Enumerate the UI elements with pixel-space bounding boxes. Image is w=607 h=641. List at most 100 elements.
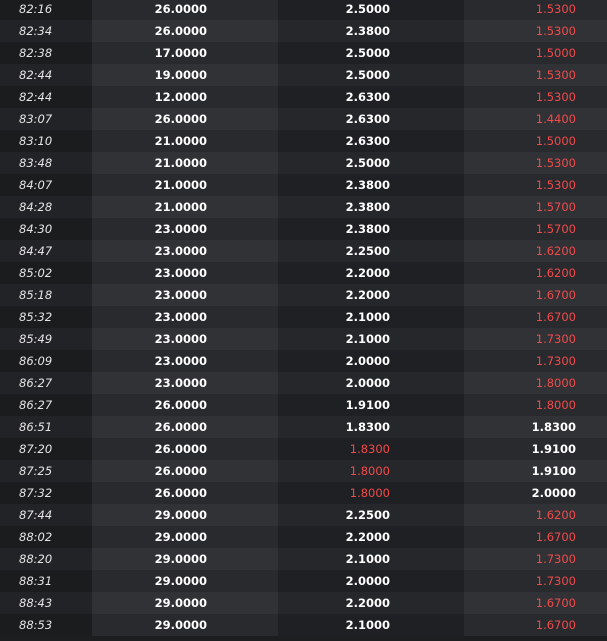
value-c-cell: 1.6700	[464, 526, 607, 548]
value-a-cell: 23.0000	[92, 240, 278, 262]
value-c-cell: 1.6200	[464, 240, 607, 262]
value-b-cell: 2.0000	[278, 350, 464, 372]
time-cell: 85:18	[0, 284, 92, 306]
table-row: 86:09 23.0000 2.0000 1.7300	[0, 350, 607, 372]
value-c-cell: 1.5000	[464, 130, 607, 152]
value-a-cell: 26.0000	[92, 20, 278, 42]
value-a-cell: 23.0000	[92, 328, 278, 350]
time-cell: 87:25	[0, 460, 92, 482]
value-c-cell: 1.5300	[464, 20, 607, 42]
table-row: 85:02 23.0000 2.2000 1.6200	[0, 262, 607, 284]
value-a-cell: 29.0000	[92, 504, 278, 526]
value-b-cell: 2.6300	[278, 86, 464, 108]
time-cell: 88:31	[0, 570, 92, 592]
value-a-cell: 29.0000	[92, 614, 278, 636]
time-cell: 85:49	[0, 328, 92, 350]
value-a-cell: 26.0000	[92, 108, 278, 130]
value-a-cell: 29.0000	[92, 526, 278, 548]
time-cell: 86:27	[0, 372, 92, 394]
value-a-cell: 26.0000	[92, 438, 278, 460]
time-cell: 84:30	[0, 218, 92, 240]
table-row: 82:44 12.0000 2.6300 1.5300	[0, 86, 607, 108]
value-b-cell: 2.1000	[278, 306, 464, 328]
table-row: 87:32 26.0000 1.8000 2.0000	[0, 482, 607, 504]
time-cell: 82:38	[0, 42, 92, 64]
value-c-cell: 1.7300	[464, 570, 607, 592]
table-row: 83:10 21.0000 2.6300 1.5000	[0, 130, 607, 152]
value-b-cell: 2.2000	[278, 592, 464, 614]
time-cell: 84:28	[0, 196, 92, 218]
value-a-cell: 21.0000	[92, 174, 278, 196]
value-b-cell: 2.5000	[278, 42, 464, 64]
table-row: 82:16 26.0000 2.5000 1.5300	[0, 0, 607, 20]
value-c-cell: 1.5300	[464, 174, 607, 196]
time-cell: 88:02	[0, 526, 92, 548]
value-b-cell: 2.2000	[278, 526, 464, 548]
table-row: 85:32 23.0000 2.1000 1.6700	[0, 306, 607, 328]
value-b-cell: 2.1000	[278, 328, 464, 350]
value-c-cell: 1.7300	[464, 328, 607, 350]
value-c-cell: 1.5300	[464, 64, 607, 86]
table-row: 84:28 21.0000 2.3800 1.5700	[0, 196, 607, 218]
value-a-cell: 17.0000	[92, 42, 278, 64]
value-a-cell: 26.0000	[92, 460, 278, 482]
value-a-cell: 21.0000	[92, 152, 278, 174]
value-c-cell: 1.4400	[464, 108, 607, 130]
value-c-cell: 1.5700	[464, 196, 607, 218]
time-cell: 88:43	[0, 592, 92, 614]
table-row: 84:07 21.0000 2.3800 1.5300	[0, 174, 607, 196]
time-cell: 86:51	[0, 416, 92, 438]
table-row: 87:25 26.0000 1.8000 1.9100	[0, 460, 607, 482]
value-b-cell: 2.2000	[278, 284, 464, 306]
value-b-cell: 2.6300	[278, 108, 464, 130]
value-b-cell: 2.5000	[278, 152, 464, 174]
time-cell: 84:07	[0, 174, 92, 196]
time-cell: 84:47	[0, 240, 92, 262]
table-row: 88:43 29.0000 2.2000 1.6700	[0, 592, 607, 614]
time-cell: 85:32	[0, 306, 92, 328]
time-cell: 87:32	[0, 482, 92, 504]
table-row: 86:51 26.0000 1.8300 1.8300	[0, 416, 607, 438]
table-row: 82:38 17.0000 2.5000 1.5000	[0, 42, 607, 64]
value-a-cell: 29.0000	[92, 570, 278, 592]
table-row: 83:07 26.0000 2.6300 1.4400	[0, 108, 607, 130]
table-row: 84:30 23.0000 2.3800 1.5700	[0, 218, 607, 240]
value-a-cell: 26.0000	[92, 482, 278, 504]
value-b-cell: 2.2500	[278, 504, 464, 526]
table-row: 82:44 19.0000 2.5000 1.5300	[0, 64, 607, 86]
value-c-cell: 1.7300	[464, 350, 607, 372]
value-a-cell: 23.0000	[92, 306, 278, 328]
time-cell: 85:02	[0, 262, 92, 284]
value-c-cell: 2.0000	[464, 482, 607, 504]
value-c-cell: 1.6200	[464, 504, 607, 526]
time-cell: 87:20	[0, 438, 92, 460]
value-a-cell: 29.0000	[92, 548, 278, 570]
time-cell: 82:16	[0, 0, 92, 20]
value-b-cell: 2.1000	[278, 548, 464, 570]
value-b-cell: 2.3800	[278, 20, 464, 42]
time-cell: 86:27	[0, 394, 92, 416]
value-b-cell: 2.6300	[278, 130, 464, 152]
odds-history-table: 82:16 26.0000 2.5000 1.5300 82:34 26.0000 2.38…	[0, 0, 607, 636]
value-b-cell: 2.0000	[278, 570, 464, 592]
value-b-cell: 2.2000	[278, 262, 464, 284]
value-b-cell: 2.5000	[278, 0, 464, 20]
table-row: 88:31 29.0000 2.0000 1.7300	[0, 570, 607, 592]
value-b-cell: 2.3800	[278, 196, 464, 218]
value-a-cell: 29.0000	[92, 592, 278, 614]
table-row: 84:47 23.0000 2.2500 1.6200	[0, 240, 607, 262]
value-a-cell: 23.0000	[92, 262, 278, 284]
time-cell: 88:20	[0, 548, 92, 570]
value-c-cell: 1.8000	[464, 394, 607, 416]
value-c-cell: 1.6700	[464, 306, 607, 328]
value-a-cell: 21.0000	[92, 130, 278, 152]
time-cell: 86:09	[0, 350, 92, 372]
value-c-cell: 1.8000	[464, 372, 607, 394]
value-c-cell: 1.6200	[464, 262, 607, 284]
value-b-cell: 2.3800	[278, 174, 464, 196]
table-row: 86:27 23.0000 2.0000 1.8000	[0, 372, 607, 394]
value-a-cell: 21.0000	[92, 196, 278, 218]
time-cell: 83:07	[0, 108, 92, 130]
value-a-cell: 12.0000	[92, 86, 278, 108]
value-c-cell: 1.6700	[464, 614, 607, 636]
